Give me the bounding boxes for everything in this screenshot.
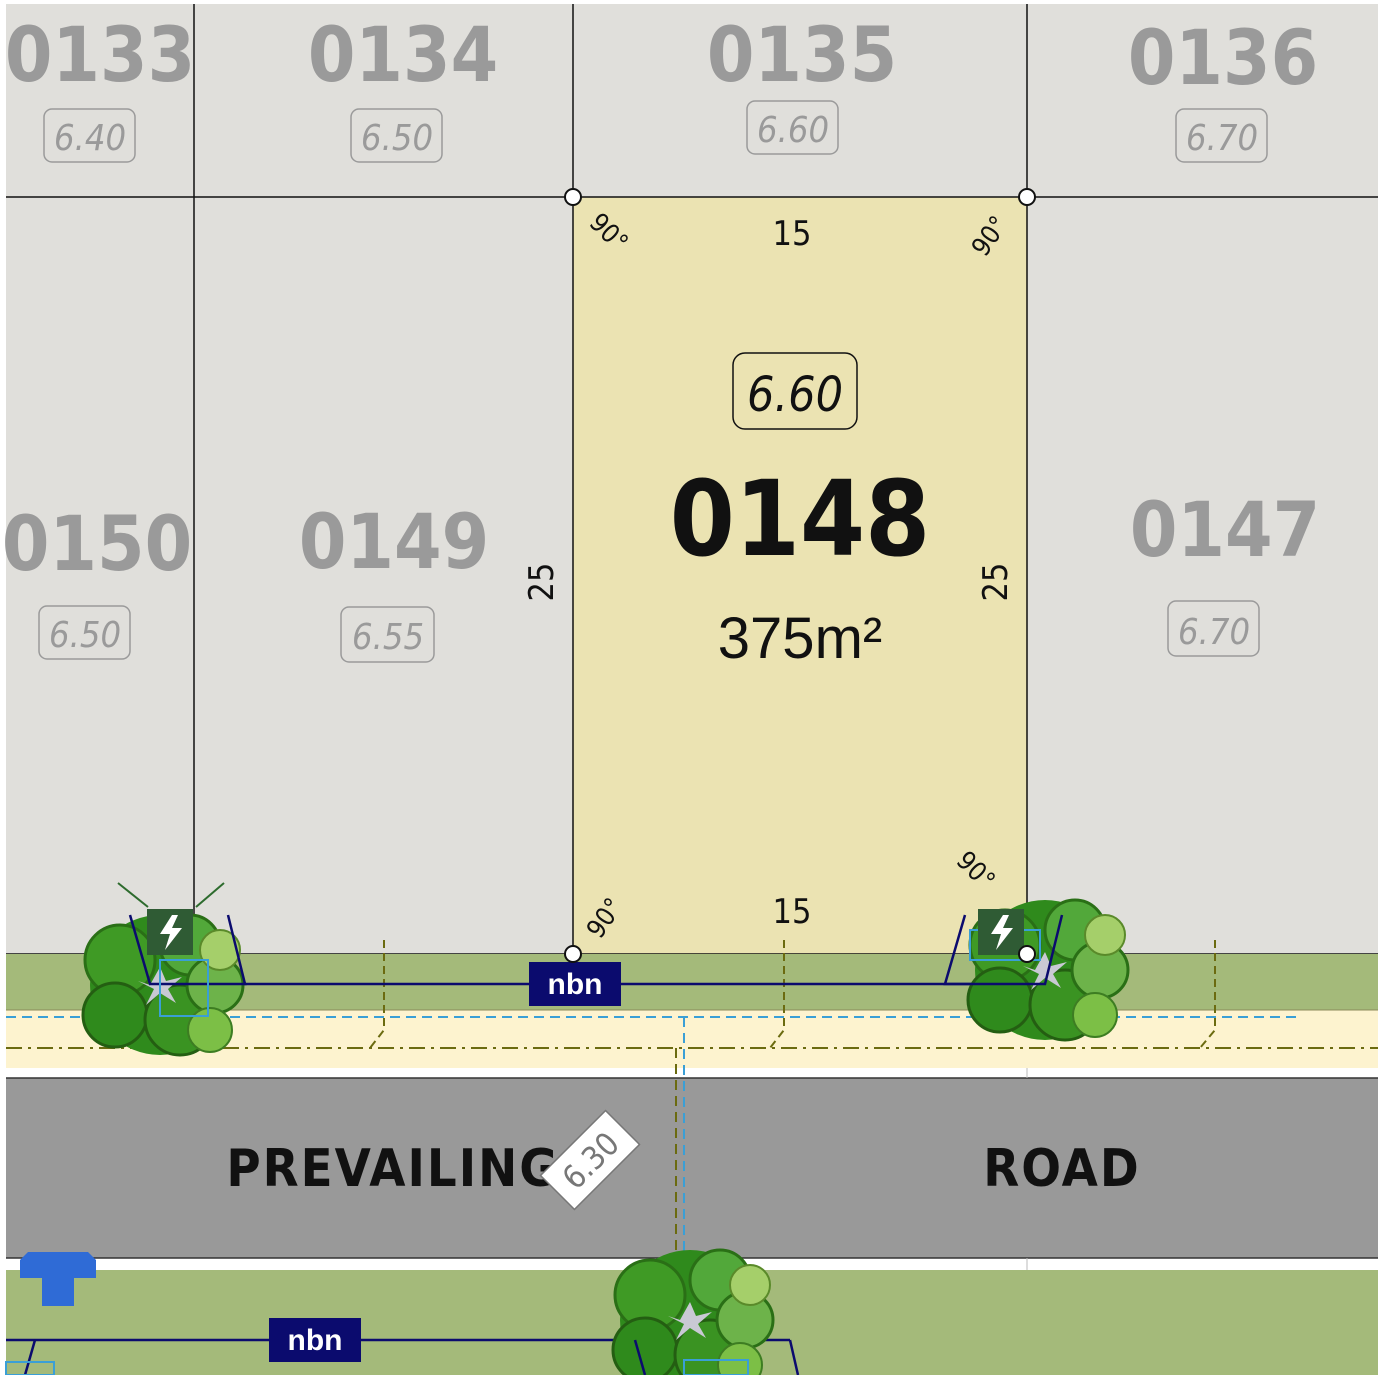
depth-left: 25 [522,563,562,602]
svg-text:nbn: nbn [548,968,603,1001]
lot-number: 0135 [707,10,897,99]
road-name-right: ROAD [983,1139,1140,1199]
power-pillar [978,909,1024,955]
lot-number: 0133 [5,10,195,99]
selected-lot-level: 6.60 [747,367,843,423]
frontage-bottom: 15 [773,892,812,932]
lot-level: 6.55 [352,617,424,658]
lot-number: 0134 [308,10,498,99]
lot-plan-map: nbn nbn 0133 0134 0135 0136 0150 0149 01… [0,0,1384,1375]
selected-lot-number: 0148 [670,458,930,580]
depth-right: 25 [976,563,1016,602]
selected-lot-area: 375m² [718,606,882,671]
lot-number: 0147 [1130,485,1320,574]
nbn-badge: nbn [269,1318,361,1362]
lot-level: 6.70 [1186,118,1258,159]
svg-text:nbn: nbn [288,1324,343,1357]
lot-level: 6.60 [757,110,829,151]
lot-number: 0150 [2,499,192,588]
frontage-top: 15 [773,214,812,254]
lot-number: 0136 [1128,13,1318,102]
lot-level: 6.50 [361,118,433,159]
road-name-left: PREVAILING [226,1139,559,1199]
tree-icon [611,1248,775,1375]
lot-level: 6.50 [49,615,121,656]
lot-number: 0149 [299,497,489,586]
lot-level: 6.40 [54,118,126,159]
nbn-badge: nbn [529,962,621,1006]
power-pillar [147,909,193,955]
road-carriageway [6,1078,1378,1258]
lot-level: 6.70 [1178,612,1250,653]
